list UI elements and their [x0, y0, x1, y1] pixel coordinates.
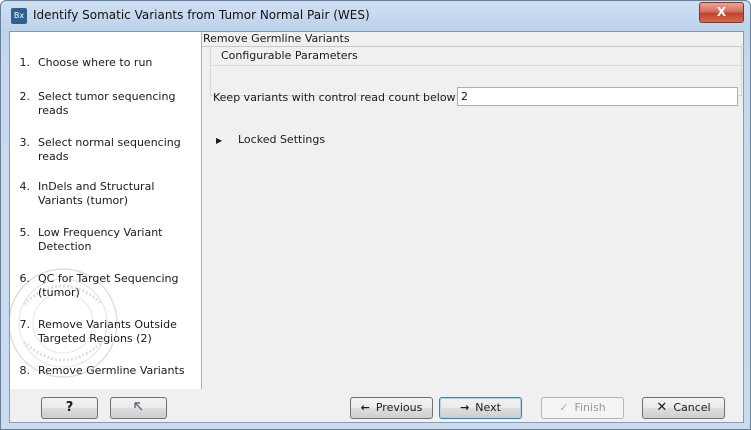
step-label: Remove Variants Outside Targeted Regions… [38, 318, 177, 345]
wizard-steps-sidebar: 1. Choose where to run 2. Select tumor s… [10, 32, 202, 389]
step-label: Choose where to run [38, 56, 153, 69]
step-number: 8. [19, 364, 31, 377]
next-button[interactable]: → Next [439, 397, 522, 419]
step-number: 6. [19, 272, 31, 285]
cancel-label: Cancel [673, 401, 711, 414]
finish-label: Finish [574, 401, 606, 414]
reset-button[interactable] [110, 397, 167, 419]
step-number: 2. [19, 90, 31, 103]
finish-button[interactable]: ✓ Finish [541, 397, 624, 419]
dialog-footer: ? ← Previous → Next ✓ Finish ✕ Cancel [10, 390, 743, 422]
cancel-button[interactable]: ✕ Cancel [642, 397, 725, 419]
help-button[interactable]: ? [41, 397, 98, 419]
group-title: Configurable Parameters [219, 49, 360, 62]
app-icon: Bx [11, 8, 27, 24]
help-icon: ? [65, 400, 74, 415]
window-title: Identify Somatic Variants from Tumor Nor… [33, 8, 370, 22]
arrow-left-icon: ← [360, 401, 370, 414]
locked-settings-label: Locked Settings [238, 133, 326, 146]
step-number: 7. [19, 318, 31, 331]
step-label: Remove Germline Variants [38, 364, 185, 377]
step-label: InDels and Structural Variants (tumor) [38, 180, 155, 207]
step-number: 4. [19, 180, 31, 193]
previous-label: Previous [375, 401, 423, 414]
reset-arrow-icon [133, 402, 142, 411]
title-bar[interactable]: Bx Identify Somatic Variants from Tumor … [1, 1, 750, 31]
step-label: Select normal sequencing reads [38, 136, 181, 163]
locked-settings-toggle[interactable]: ▶ Locked Settings [216, 133, 325, 146]
cancel-x-icon: ✕ [656, 400, 668, 415]
step-label: Low Frequency Variant Detection [38, 226, 163, 253]
panel-title: Remove Germline Variants [202, 32, 744, 47]
expand-triangle-icon: ▶ [216, 136, 223, 145]
step-number: 3. [19, 136, 31, 149]
close-button[interactable]: X [699, 2, 744, 23]
previous-button[interactable]: ← Previous [350, 397, 433, 419]
dialog-window: Bx Identify Somatic Variants from Tumor … [0, 0, 751, 430]
step-content-panel: Remove Germline Variants Configurable Pa… [202, 32, 744, 389]
next-label: Next [475, 401, 501, 414]
dialog-client-area: 1. Choose where to run 2. Select tumor s… [9, 31, 744, 423]
arrow-right-icon: → [460, 401, 470, 414]
step-number: 5. [19, 226, 31, 239]
control-read-count-input[interactable] [457, 87, 738, 106]
step-label: Select tumor sequencing reads [38, 90, 176, 117]
control-read-count-label: Keep variants with control read count be… [213, 91, 456, 104]
step-number: 1. [19, 56, 31, 69]
step-label: QC for Target Sequencing (tumor) [38, 272, 179, 299]
group-divider [211, 65, 741, 66]
checkmark-icon: ✓ [559, 401, 569, 414]
close-icon: X [716, 5, 727, 19]
